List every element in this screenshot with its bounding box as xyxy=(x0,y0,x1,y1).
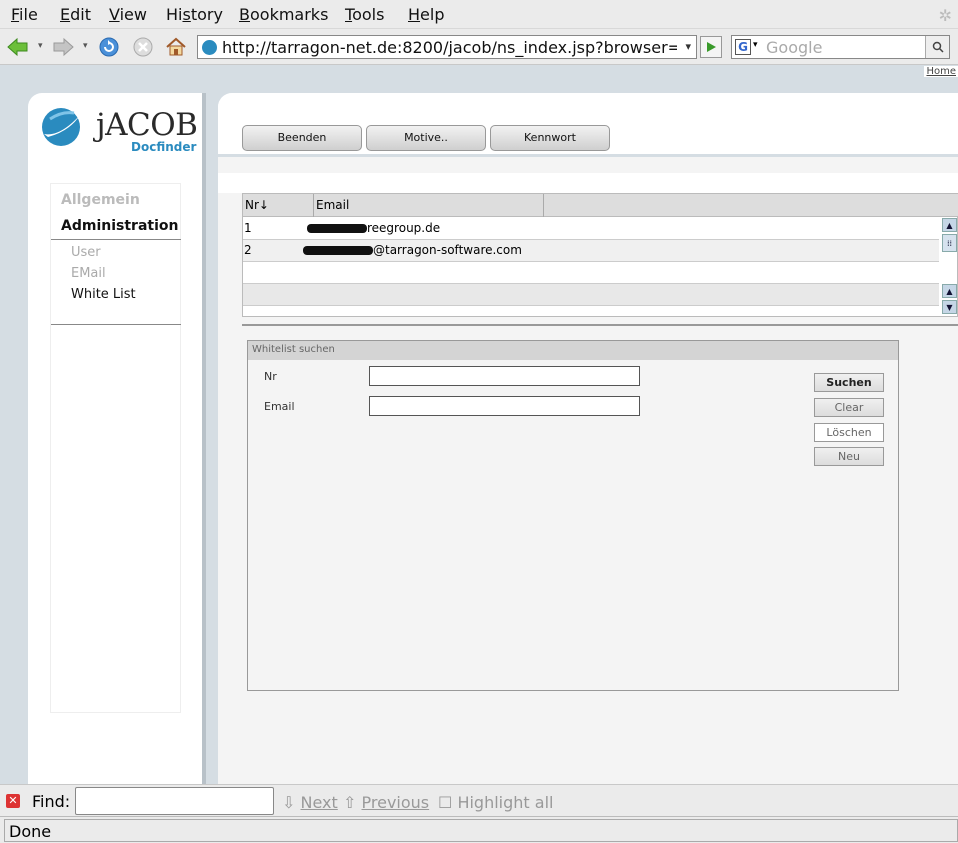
url-dropdown-icon[interactable]: ▾ xyxy=(685,40,691,53)
main-panel: Beenden Motive.. Kennwort Nr↓ Email 1 re… xyxy=(218,93,958,784)
redaction-mark xyxy=(303,246,373,255)
search-box[interactable]: G ▾ Google xyxy=(731,35,950,59)
left-panel: jACOB Docfinder Allgemein Administration… xyxy=(28,93,206,784)
arrow-down-icon: ⇩ xyxy=(282,793,296,812)
back-icon[interactable] xyxy=(6,35,30,59)
status-bar: Done xyxy=(0,816,958,843)
table-row[interactable] xyxy=(243,284,939,306)
find-input[interactable] xyxy=(75,787,274,815)
logo-subtitle: Docfinder xyxy=(131,140,197,154)
nav-section-allgemein[interactable]: Allgemein xyxy=(61,192,140,208)
find-previous-button[interactable]: ⇧ Previous xyxy=(343,793,429,812)
menu-bookmarks[interactable]: Bookmarks xyxy=(239,5,328,24)
checkbox-icon: ☐ xyxy=(438,793,453,812)
browser-window: File Edit View History Bookmarks Tools H… xyxy=(0,0,958,843)
url-text[interactable]: http://tarragon-net.de:8200/jacob/ns_ind… xyxy=(222,38,677,57)
whitelist-search-form: Whitelist suchen Nr Email Suchen Clear L… xyxy=(247,340,899,691)
nav-item-white-list[interactable]: White List xyxy=(71,287,136,302)
nav-section-administration[interactable]: Administration xyxy=(61,218,178,234)
email-input[interactable] xyxy=(369,396,640,416)
forward-dropdown-icon[interactable]: ▾ xyxy=(83,41,88,51)
throbber-icon: ✲ xyxy=(938,6,952,25)
scroll-down-icon[interactable]: ▼ xyxy=(942,300,957,314)
magnifier-icon[interactable] xyxy=(925,36,949,58)
table-row[interactable] xyxy=(243,262,939,284)
home-link[interactable]: Home xyxy=(924,66,958,77)
close-icon[interactable]: ✕ xyxy=(6,794,20,808)
form-title: Whitelist suchen xyxy=(248,341,898,360)
loeschen-button[interactable]: Löschen xyxy=(814,423,884,442)
scroll-up-icon[interactable]: ▲ xyxy=(942,284,957,298)
column-header-email[interactable]: Email xyxy=(316,198,349,212)
home-icon[interactable] xyxy=(164,35,188,59)
menu-edit[interactable]: Edit xyxy=(60,5,91,24)
jacob-logo-icon xyxy=(42,108,80,146)
redaction-mark xyxy=(307,224,367,233)
side-nav: Allgemein Administration User EMail Whit… xyxy=(50,183,181,713)
site-favicon-icon xyxy=(202,40,217,55)
nav-divider xyxy=(51,239,181,240)
email-label: Email xyxy=(264,400,295,413)
whitelist-table: Nr↓ Email 1 reegroup.de 2 @tarragon-soft… xyxy=(242,193,958,317)
clear-button[interactable]: Clear xyxy=(814,398,884,417)
logo-brand: jACOB xyxy=(96,107,198,143)
table-spacer xyxy=(218,173,958,193)
find-bar: ✕ Find: ⇩ Next ⇧ Previous ☐ Highlight al… xyxy=(0,784,958,816)
highlight-all-checkbox[interactable]: ☐ Highlight all xyxy=(438,793,553,812)
column-divider xyxy=(313,194,314,217)
navigation-toolbar: ▾ ▾ http://tarragon-net.de:8200/jacob/ns… xyxy=(0,29,958,65)
go-icon[interactable] xyxy=(700,36,722,58)
cell-email: @tarragon-software.com xyxy=(303,243,522,257)
suchen-button[interactable]: Suchen xyxy=(814,373,884,392)
page-content: Home jACOB Docfinder Allgemein Administr… xyxy=(0,65,958,784)
cell-nr: 1 xyxy=(244,221,252,235)
cell-email: reegroup.de xyxy=(307,221,440,235)
status-text: Done xyxy=(4,819,958,842)
app-toolbar: Beenden Motive.. Kennwort xyxy=(218,93,958,157)
column-divider xyxy=(543,194,544,217)
scrollbar-thumb[interactable]: ⁞⁞ xyxy=(942,234,957,252)
nr-input[interactable] xyxy=(369,366,640,386)
reload-icon[interactable] xyxy=(97,35,121,59)
find-label: Find: xyxy=(32,792,71,811)
beenden-button[interactable]: Beenden xyxy=(242,125,362,151)
column-header-nr[interactable]: Nr↓ xyxy=(245,198,269,212)
arrow-up-icon: ⇧ xyxy=(343,793,357,812)
menu-history[interactable]: History xyxy=(166,5,223,24)
forward-icon[interactable] xyxy=(51,35,75,59)
kennwort-button[interactable]: Kennwort xyxy=(490,125,610,151)
menu-help[interactable]: Help xyxy=(408,5,444,24)
back-dropdown-icon[interactable]: ▾ xyxy=(38,41,43,51)
table-row[interactable]: 2 @tarragon-software.com xyxy=(243,240,939,262)
engine-dropdown-icon[interactable]: ▾ xyxy=(753,40,758,50)
table-header: Nr↓ Email xyxy=(243,194,958,217)
cell-nr: 2 xyxy=(244,243,252,257)
neu-button[interactable]: Neu xyxy=(814,447,884,466)
menu-view[interactable]: View xyxy=(109,5,147,24)
nav-divider xyxy=(51,324,181,325)
scroll-up-icon[interactable]: ▲ xyxy=(942,218,957,232)
stop-icon[interactable] xyxy=(131,35,155,59)
motive-button[interactable]: Motive.. xyxy=(366,125,486,151)
search-placeholder[interactable]: Google xyxy=(766,38,822,57)
menu-tools[interactable]: Tools xyxy=(345,5,384,24)
table-row[interactable]: 1 reegroup.de xyxy=(243,218,939,240)
nav-item-email[interactable]: EMail xyxy=(71,266,106,281)
section-divider xyxy=(242,324,958,326)
url-bar[interactable]: http://tarragon-net.de:8200/jacob/ns_ind… xyxy=(197,35,697,59)
nr-label: Nr xyxy=(264,370,277,383)
menu-bar: File Edit View History Bookmarks Tools H… xyxy=(0,0,958,29)
menu-file[interactable]: File xyxy=(11,5,38,24)
find-next-button[interactable]: ⇩ Next xyxy=(282,793,338,812)
google-engine-icon[interactable]: G xyxy=(735,39,751,55)
nav-item-user[interactable]: User xyxy=(71,245,101,260)
